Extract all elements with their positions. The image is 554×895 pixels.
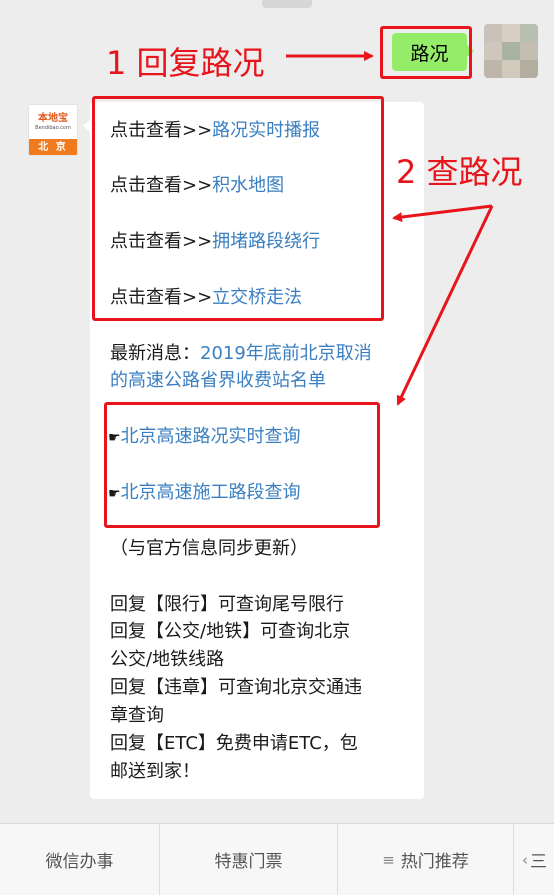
menu-wechat-services[interactable]: 微信办事: [0, 824, 160, 895]
menu-more[interactable]: ‹ 三: [514, 824, 554, 895]
chevron-left-icon: ‹: [522, 850, 528, 869]
arrow-to-highway: [396, 205, 494, 406]
menu-hot-recommend[interactable]: ≡ 热门推荐: [338, 824, 514, 895]
annotation-arrows: [286, 51, 494, 406]
menu-list-icon: ≡: [382, 850, 395, 869]
menu-discount-tickets[interactable]: 特惠门票: [160, 824, 338, 895]
bottom-menu-bar: 微信办事 特惠门票 ≡ 热门推荐 ‹ 三: [0, 823, 554, 895]
arrow-to-links: [392, 204, 493, 222]
